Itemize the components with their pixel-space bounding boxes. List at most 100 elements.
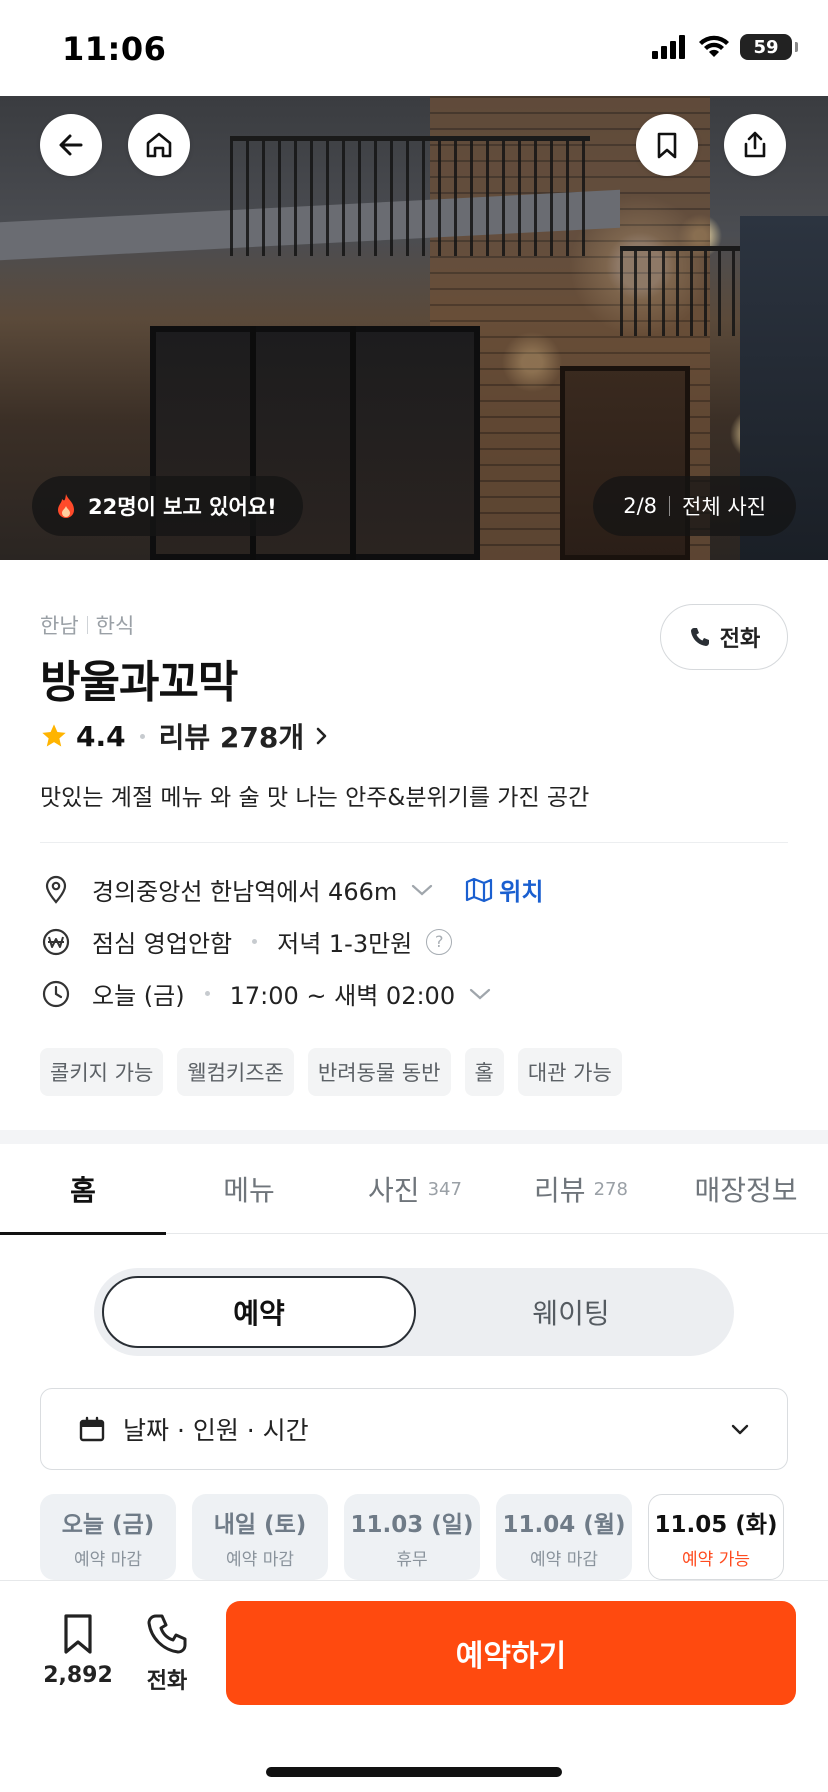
date-list: 오늘 (금) 예약 마감 내일 (토) 예약 마감 11.03 (일) 휴무 1… — [40, 1494, 784, 1580]
tab-photos[interactable]: 사진 347 — [332, 1144, 498, 1234]
category-label: 한식 — [95, 614, 135, 638]
waiting-segment[interactable]: 웨이팅 — [416, 1276, 726, 1348]
dot-separator — [252, 939, 258, 944]
phone-icon — [690, 628, 709, 646]
bookmark-button[interactable] — [636, 114, 698, 176]
area-label: 한남 — [40, 614, 79, 638]
signal-icon — [652, 35, 685, 59]
feature-tags: 콜키지 가능 웰컴키즈존 반려동물 동반 홀 대관 가능 — [40, 1048, 622, 1096]
calendar-icon — [79, 1416, 105, 1442]
bottom-call-button[interactable]: 전화 — [127, 1611, 207, 1695]
status-time: 11:06 — [62, 30, 167, 68]
tab-store-info[interactable]: 매장정보 — [664, 1144, 828, 1234]
date-card[interactable]: 내일 (토) 예약 마감 — [192, 1494, 328, 1580]
all-photos-label: 전체 사진 — [682, 495, 766, 519]
rating-value: 4.4 — [76, 719, 126, 753]
clock-icon — [40, 978, 72, 1010]
call-label: 전화 — [719, 627, 761, 652]
tab-label: 메뉴 — [223, 1174, 275, 1207]
breadcrumb: 한남 한식 — [40, 610, 134, 640]
status-bar: 11:06 59 — [0, 0, 828, 96]
location-text: 경의중앙선 한남역에서 466m — [92, 878, 398, 906]
breadcrumb-divider — [86, 616, 88, 634]
tab-label: 홈 — [70, 1174, 96, 1207]
hours-row: 오늘 (금) 17:00 ~ 새벽 02:00 — [40, 976, 491, 1011]
bottom-action-bar: 2,892 전화 예약하기 — [0, 1580, 828, 1792]
back-button[interactable] — [40, 114, 102, 176]
fire-icon — [58, 494, 74, 518]
dot-separator — [139, 733, 145, 739]
date-label: 오늘 (금) — [61, 1511, 155, 1538]
viewer-count-chip: 22명이 보고 있어요! — [32, 476, 303, 536]
chevron-down-icon[interactable] — [469, 987, 491, 1001]
tab-reviews[interactable]: 리뷰 278 — [498, 1144, 664, 1234]
rating-row: 4.4 리뷰 278개 — [40, 716, 330, 756]
shop-name: 방울과꼬막 — [40, 657, 238, 708]
help-icon[interactable]: ? — [426, 928, 453, 955]
home-button[interactable] — [128, 114, 190, 176]
viewer-count-text: 22명이 보고 있어요! — [88, 495, 277, 519]
hero-window-frame — [350, 326, 356, 560]
tab-label: 매장정보 — [694, 1174, 798, 1207]
date-status: 예약 마감 — [530, 1549, 598, 1570]
won-icon — [40, 926, 72, 958]
back-arrow-icon — [59, 134, 83, 156]
hero-photo[interactable]: 22명이 보고 있어요! 2/8 전체 사진 — [0, 96, 828, 560]
date-status: 예약 가능 — [682, 1549, 750, 1570]
bottom-bookmark-button[interactable]: 2,892 — [38, 1611, 118, 1688]
tab-count: 347 — [427, 1178, 462, 1200]
feature-tag: 대관 가능 — [517, 1048, 622, 1096]
review-link[interactable]: 리뷰 278개 — [159, 716, 304, 756]
hours-text: 17:00 ~ 새벽 02:00 — [229, 982, 456, 1010]
call-label: 전화 — [146, 1669, 188, 1694]
tab-count: 278 — [593, 1178, 628, 1200]
tab-menu[interactable]: 메뉴 — [166, 1144, 332, 1234]
photo-index: 2/8 — [623, 494, 658, 518]
reserve-segment[interactable]: 예약 — [102, 1276, 416, 1348]
home-icon — [146, 132, 172, 158]
map-label: 위치 — [499, 878, 544, 906]
star-icon — [42, 724, 66, 747]
lunch-text: 점심 영업안함 — [92, 930, 233, 958]
home-indicator — [266, 1767, 562, 1777]
share-icon — [744, 131, 766, 158]
date-card[interactable]: 11.05 (화) 예약 가능 — [648, 1494, 784, 1580]
date-party-time-selector[interactable]: 날짜 · 인원 · 시간 — [40, 1388, 788, 1470]
date-card[interactable]: 11.04 (월) 예약 마감 — [496, 1494, 632, 1580]
hours-day: 오늘 (금) — [92, 982, 185, 1010]
feature-tag: 반려동물 동반 — [307, 1048, 451, 1096]
date-card[interactable]: 11.03 (일) 휴무 — [344, 1494, 480, 1580]
tab-bar: 홈 메뉴 사진 347 리뷰 278 매장정보 — [0, 1144, 828, 1235]
tab-home[interactable]: 홈 — [0, 1144, 166, 1235]
dot-separator — [204, 991, 210, 996]
location-row: 경의중앙선 한남역에서 466m 위치 — [40, 872, 543, 907]
date-label: 내일 (토) — [213, 1511, 307, 1538]
divider — [40, 842, 788, 843]
tab-label: 리뷰 — [534, 1174, 586, 1207]
date-status: 휴무 — [396, 1549, 428, 1570]
map-icon — [466, 877, 493, 902]
share-button[interactable] — [724, 114, 786, 176]
shop-description: 맛있는 계절 메뉴 와 술 맛 나는 안주&분위기를 가진 공간 — [40, 785, 590, 811]
call-button[interactable]: 전화 — [660, 604, 788, 670]
section-divider — [0, 1130, 828, 1144]
chevron-down-icon[interactable] — [411, 883, 433, 897]
price-row: 점심 영업안함 저녁 1-3만원 ? — [40, 924, 453, 959]
status-icons: 59 — [652, 34, 798, 60]
chevron-right-icon[interactable] — [312, 726, 330, 746]
tab-label: 사진 — [368, 1174, 420, 1207]
dinner-price-text: 저녁 1-3만원 — [277, 930, 413, 958]
photo-chip-divider — [669, 496, 671, 516]
location-pin-icon — [40, 874, 72, 906]
all-photos-button[interactable]: 2/8 전체 사진 — [593, 476, 796, 536]
battery-icon: 59 — [740, 34, 798, 60]
date-status: 예약 마감 — [74, 1549, 142, 1570]
hero-railing-right — [620, 246, 760, 336]
bookmark-icon — [64, 1614, 92, 1654]
selector-label: 날짜 · 인원 · 시간 — [123, 1416, 309, 1445]
date-card[interactable]: 오늘 (금) 예약 마감 — [40, 1494, 176, 1580]
reserve-button[interactable]: 예약하기 — [226, 1601, 796, 1705]
map-link[interactable]: 위치 — [465, 872, 543, 907]
feature-tag: 웰컴키즈존 — [177, 1048, 294, 1096]
reserve-waiting-toggle: 예약 웨이팅 — [94, 1268, 734, 1356]
